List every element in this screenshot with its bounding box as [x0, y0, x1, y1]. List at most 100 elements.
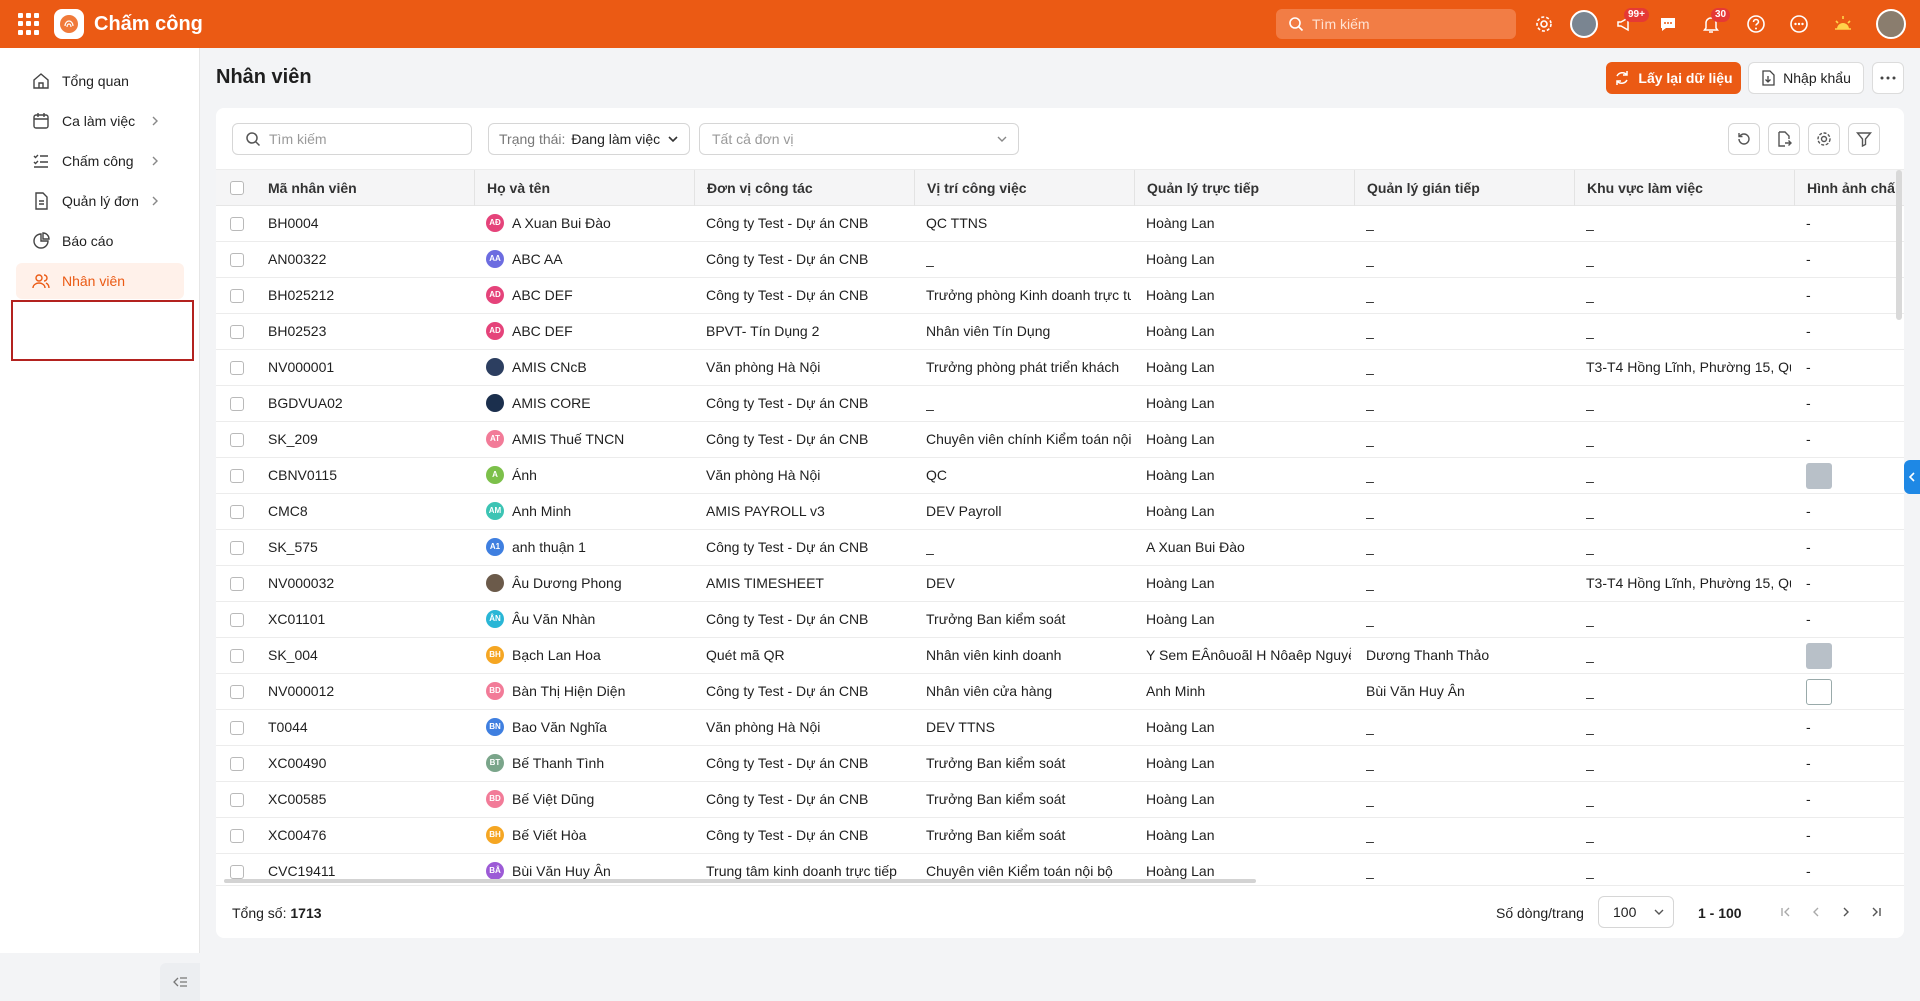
horizontal-scrollbar[interactable] [216, 879, 1904, 883]
cell-unit: AMIS PAYROLL v3 [706, 503, 825, 519]
cell-direct: Hoàng Lan [1146, 827, 1215, 843]
collapse-sidebar-button[interactable] [160, 963, 200, 1001]
row-checkbox[interactable] [230, 865, 244, 879]
sidebar-item-requests[interactable]: Quản lý đơn [16, 183, 184, 219]
export-button[interactable] [1768, 123, 1800, 155]
column-header[interactable]: Mã nhân viên [268, 170, 468, 206]
vertical-scrollbar[interactable] [1896, 170, 1902, 320]
row-checkbox[interactable] [230, 325, 244, 339]
cell-code: XC00490 [268, 755, 327, 771]
last-page-button[interactable] [1866, 902, 1886, 922]
table-row[interactable]: XC00490 BT Bế Thanh Tình Công ty Test - Dự … [216, 746, 1904, 782]
row-checkbox[interactable] [230, 469, 244, 483]
table-row[interactable]: BH0004 AĐ A Xuan Bui Đào Công ty Test - Dự … [216, 206, 1904, 242]
table-row[interactable]: SK_004 BH Bạch Lan Hoa Quét mã QR Nhân viên … [216, 638, 1904, 674]
sidebar-item-reports[interactable]: Báo cáo [16, 223, 184, 259]
cell-code: XC00585 [268, 791, 327, 807]
column-header[interactable]: Hình ảnh chấ [1794, 170, 1904, 206]
table-row[interactable]: XC01101 ÂN Âu Văn Nhàn Công ty Test - Dự án… [216, 602, 1904, 638]
row-checkbox[interactable] [230, 217, 244, 231]
column-header[interactable]: Quản lý gián tiếp [1354, 170, 1574, 206]
sidebar-item-overview[interactable]: Tổng quan [16, 63, 184, 99]
global-search[interactable] [1276, 9, 1516, 39]
app-grid-icon[interactable] [18, 13, 40, 35]
employee-name: AMIS CORE [512, 395, 591, 411]
row-checkbox[interactable] [230, 397, 244, 411]
row-checkbox[interactable] [230, 289, 244, 303]
user-avatar[interactable] [1876, 9, 1906, 39]
reload-data-button[interactable]: Lấy lại dữ liệu [1606, 62, 1741, 94]
column-header[interactable]: Đơn vị công tác [694, 170, 914, 206]
table-row[interactable]: SK_575 A1 anh thuận 1 Công ty Test - Dự án … [216, 530, 1904, 566]
table-row[interactable]: SK_209 AT AMIS Thuế TNCN Công ty Test - Dự … [216, 422, 1904, 458]
table-row[interactable]: CBNV0115 A Ánh Văn phòng Hà Nội QC Hoàng Lan _… [216, 458, 1904, 494]
table-row[interactable]: NV000001 AMIS CNcB Văn phòng Hà Nội Trưởng … [216, 350, 1904, 386]
row-checkbox[interactable] [230, 253, 244, 267]
global-search-input[interactable] [1312, 16, 1492, 32]
row-checkbox[interactable] [230, 757, 244, 771]
first-page-button[interactable] [1776, 902, 1796, 922]
row-checkbox[interactable] [230, 505, 244, 519]
bell-icon[interactable]: 30 [1699, 8, 1731, 36]
table-row[interactable]: BGDVUA02 AMIS CORE Công ty Test - Dự án CN… [216, 386, 1904, 422]
unit-filter[interactable]: Tất cả đơn vị [699, 123, 1019, 155]
check-in-photo[interactable] [1806, 643, 1832, 669]
sun-icon[interactable] [1831, 12, 1855, 36]
table-row[interactable]: BH02523 AD ABC DEF BPVT- Tín Dụng 2 Nhân viê… [216, 314, 1904, 350]
check-in-photo[interactable] [1806, 463, 1832, 489]
import-label: Nhập khẩu [1783, 70, 1851, 86]
table-row[interactable]: XC00585 BD Bế Việt Dũng Công ty Test - Dự á… [216, 782, 1904, 818]
table-row[interactable]: NV000032 Âu Dương Phong AMIS TIMESHEET DEV H… [216, 566, 1904, 602]
row-checkbox[interactable] [230, 433, 244, 447]
chevron-down-icon [997, 136, 1007, 142]
more-circle-icon[interactable] [1787, 12, 1811, 36]
sidebar-item-employees[interactable]: Nhân viên [16, 263, 184, 299]
next-page-button[interactable] [1836, 902, 1856, 922]
cell-unit: Công ty Test - Dự án CNB [706, 791, 869, 807]
employee-search[interactable] [232, 123, 472, 155]
status-filter[interactable]: Trạng thái: Đang làm việc [488, 123, 690, 155]
table-row[interactable]: XC00476 BH Bế Viết Hòa Công ty Test - Dự án… [216, 818, 1904, 854]
row-checkbox[interactable] [230, 829, 244, 843]
row-checkbox[interactable] [230, 541, 244, 555]
column-header[interactable]: Vị trí công việc [914, 170, 1134, 206]
history-button[interactable] [1728, 123, 1760, 155]
chat-icon[interactable] [1656, 12, 1680, 36]
settings-icon[interactable] [1532, 12, 1556, 36]
table-row[interactable]: CMC8 AM Anh Minh AMIS PAYROLL v3 DEV Payroll… [216, 494, 1904, 530]
sidebar-item-shifts[interactable]: Ca làm việc [16, 103, 184, 139]
row-checkbox[interactable] [230, 649, 244, 663]
table-row[interactable]: NV000012 BD Bàn Thị Hiện Diện Công ty Test … [216, 674, 1904, 710]
prev-page-button[interactable] [1806, 902, 1826, 922]
row-checkbox[interactable] [230, 577, 244, 591]
table-row[interactable]: AN00322 AA ABC AA Công ty Test - Dự án CNB _… [216, 242, 1904, 278]
import-button[interactable]: Nhập khẩu [1748, 62, 1864, 94]
cell-indirect: _ [1366, 575, 1374, 591]
side-panel-toggle[interactable] [1904, 460, 1920, 494]
table-settings-button[interactable] [1808, 123, 1840, 155]
help-icon[interactable] [1744, 12, 1768, 36]
check-in-photo[interactable] [1806, 679, 1832, 705]
select-all-checkbox[interactable] [230, 181, 244, 195]
row-checkbox[interactable] [230, 793, 244, 807]
more-actions-button[interactable] [1872, 62, 1904, 94]
column-header[interactable]: Họ và tên [474, 170, 694, 206]
rows-per-page-select[interactable]: 100 [1598, 896, 1674, 928]
scrollbar-thumb[interactable] [224, 879, 1256, 883]
table-row[interactable]: T0044 BN Bao Văn Nghĩa Văn phòng Hà Nội DEV … [216, 710, 1904, 746]
table-row[interactable]: CVC19411 BÂ Bùi Văn Huy Ân Trung tâm kinh d… [216, 854, 1904, 879]
filter-button[interactable] [1848, 123, 1880, 155]
column-header[interactable]: Khu vực làm việc [1574, 170, 1794, 206]
column-header[interactable]: Quản lý trực tiếp [1134, 170, 1354, 206]
cell-direct: Hoàng Lan [1146, 575, 1215, 591]
employee-search-input[interactable] [269, 131, 459, 147]
table-row[interactable]: BH025212 AD ABC DEF Công ty Test - Dự án CN… [216, 278, 1904, 314]
user-avatar-small[interactable] [1570, 10, 1598, 38]
row-checkbox[interactable] [230, 613, 244, 627]
cell-name: AM Anh Minh [486, 494, 696, 529]
row-checkbox[interactable] [230, 721, 244, 735]
sidebar-item-timekeeping[interactable]: Chấm công [16, 143, 184, 179]
row-checkbox[interactable] [230, 685, 244, 699]
row-checkbox[interactable] [230, 361, 244, 375]
megaphone-icon[interactable]: 99+ [1612, 8, 1649, 36]
